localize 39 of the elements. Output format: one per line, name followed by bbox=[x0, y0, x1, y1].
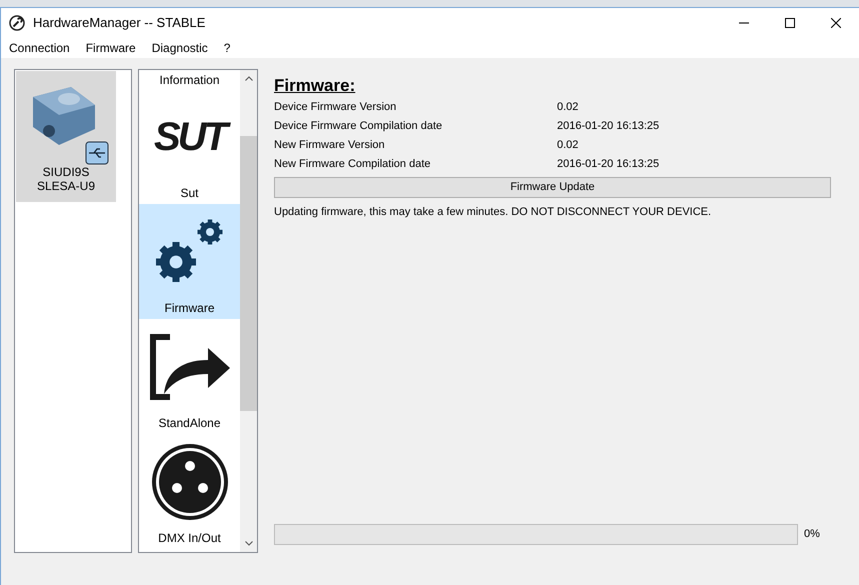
scroll-down-icon[interactable] bbox=[244, 541, 252, 546]
wrench-icon bbox=[9, 15, 25, 31]
nav-label: Sut bbox=[180, 185, 198, 202]
maximize-icon bbox=[785, 18, 795, 28]
nav-label: Information bbox=[159, 72, 220, 89]
scroll-up-icon[interactable] bbox=[244, 76, 252, 81]
nav-label: Firmware bbox=[164, 300, 214, 317]
info-label: New Firmware Version bbox=[274, 138, 386, 154]
nav-item[interactable]: DMX In/Out bbox=[139, 434, 240, 549]
device-item[interactable]: SIUDI9S SLESA-U9 bbox=[16, 71, 116, 202]
warning-text: Updating firmware, this may take a few minutes. DO NOT DISCONNECT YOUR DEVICE. bbox=[274, 205, 712, 220]
info-value: 2016-01-20 16:13:25 bbox=[557, 119, 660, 134]
info-label: Device Firmware Compilation date bbox=[274, 119, 444, 134]
info-value: 2016-01-20 16:13:25 bbox=[557, 157, 660, 172]
nav-item[interactable]: Firmware bbox=[139, 204, 240, 319]
info-value: 0.02 bbox=[557, 100, 578, 116]
close-icon bbox=[831, 18, 841, 28]
xlr-connector-icon bbox=[150, 442, 230, 522]
menu-item[interactable]: Connection bbox=[9, 39, 70, 57]
progress-percent: 0% bbox=[804, 527, 821, 542]
nav-label: DMX In/Out bbox=[158, 530, 221, 547]
nav-item[interactable]: Information bbox=[139, 72, 240, 89]
section-heading: Firmware: bbox=[274, 75, 356, 97]
menu-item[interactable]: Diagnostic bbox=[152, 39, 208, 57]
device-model: SLESA-U9 bbox=[36, 179, 96, 193]
firmware-update-button[interactable]: Firmware Update bbox=[274, 177, 831, 198]
info-label: Device Firmware Version bbox=[274, 100, 398, 116]
menu-item[interactable]: ? bbox=[224, 39, 230, 57]
nav-item[interactable]: StandAlone bbox=[139, 319, 240, 434]
scrollbar[interactable] bbox=[240, 70, 257, 552]
window-title: HardwareManager -- STABLE bbox=[33, 14, 206, 32]
nav-item[interactable]: SUT Sut bbox=[139, 89, 240, 204]
usb-icon bbox=[85, 141, 109, 165]
export-arrow-icon bbox=[148, 332, 232, 402]
device-name: SIUDI9S bbox=[42, 165, 90, 179]
info-value: 0.02 bbox=[557, 138, 578, 154]
nav-label: StandAlone bbox=[158, 415, 221, 432]
menu-item[interactable]: Firmware bbox=[86, 39, 136, 57]
info-label: New Firmware Compilation date bbox=[274, 157, 432, 172]
